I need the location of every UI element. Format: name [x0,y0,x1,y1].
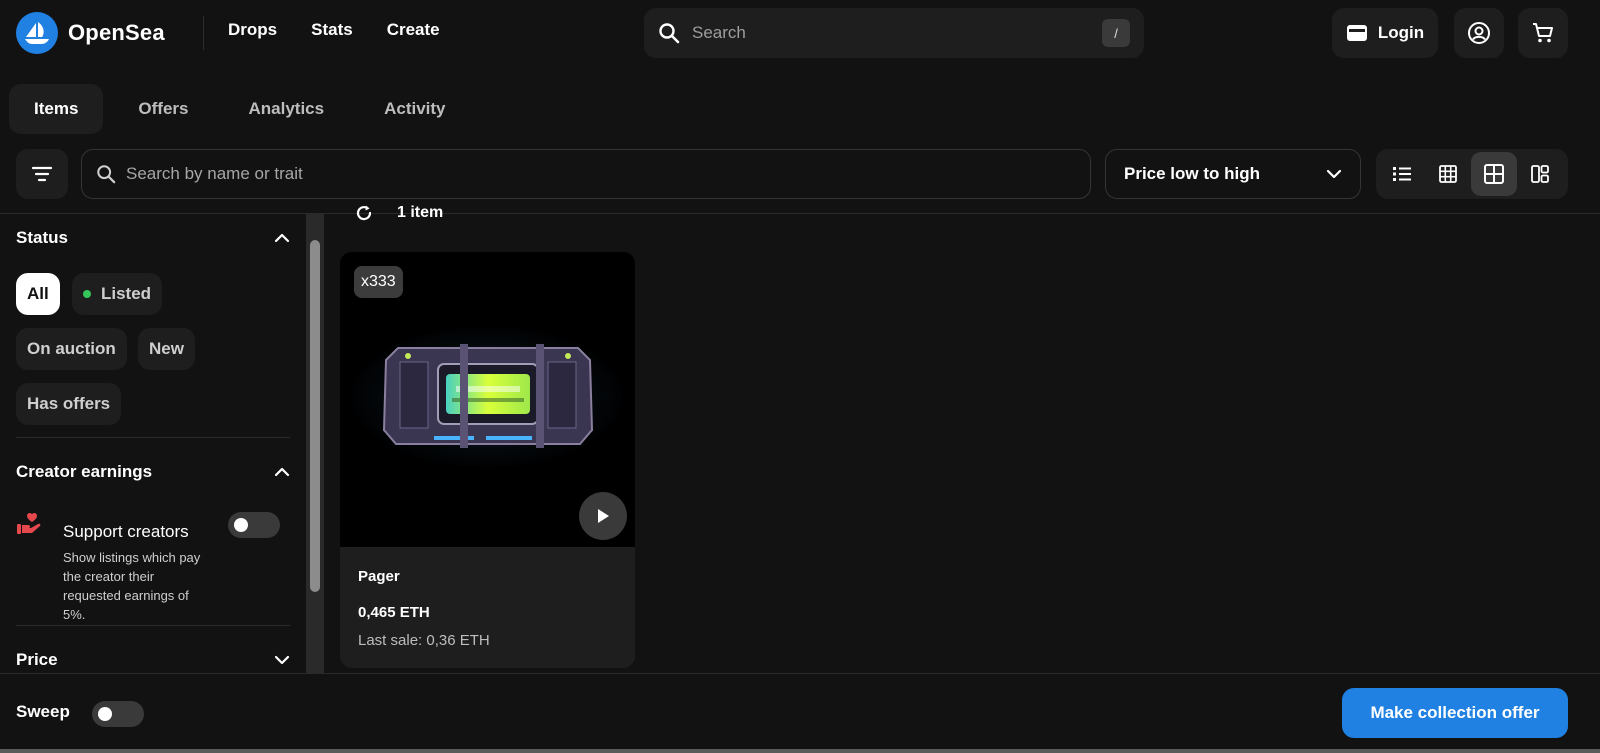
creator-earnings-header[interactable]: Creator earnings [16,462,290,482]
status-chip-on-auction[interactable]: On auction [16,328,127,370]
trait-search[interactable] [81,149,1091,199]
top-header: OpenSea Drops Stats Create / Login [0,0,1600,66]
collection-tabs: Items Offers Analytics Activity [9,84,481,134]
price-title: Price [16,650,58,669]
status-chip-all[interactable]: All [16,273,60,315]
nav-drops[interactable]: Drops [228,20,277,40]
view-mode-switcher [1376,149,1568,199]
small-grid-button[interactable] [1425,152,1471,196]
nft-last-sale: Last sale: 0,36 ETH [358,632,490,649]
search-shortcut-key: / [1102,19,1130,47]
toggle-knob [234,518,248,532]
split-view-button[interactable] [1517,152,1563,196]
tab-analytics[interactable]: Analytics [224,84,350,134]
status-chip-new[interactable]: New [138,328,195,370]
global-search[interactable]: / [644,8,1144,58]
filter-toggle-button[interactable] [16,149,68,199]
toggle-knob [98,707,112,721]
results-count: 1 item [397,204,444,221]
sort-dropdown[interactable]: Price low to high [1105,149,1361,199]
large-grid-button[interactable] [1471,152,1517,196]
play-icon [596,508,610,524]
brand-name: OpenSea [68,20,165,45]
status-chip-listed-label: Listed [101,284,152,303]
global-search-input[interactable] [692,23,1102,43]
opensea-boat-icon [16,12,58,54]
search-icon [96,164,116,184]
chevron-up-icon [274,233,290,243]
status-chip-has-offers[interactable]: Has offers [16,383,122,425]
nft-card[interactable]: x333 Pager 0,465 ETH Last sale: 0,36 ETH [340,252,635,668]
make-collection-offer-button[interactable]: Make collection offer [1342,688,1568,738]
login-label: Login [1377,23,1425,42]
status-title: Status [16,228,68,247]
trait-search-input[interactable] [126,164,1076,184]
profile-button[interactable] [1454,8,1504,58]
sidebar-scrollbar[interactable] [306,214,324,673]
bottom-action-bar: Sweep Make collection offer [0,673,1600,753]
support-creators-label: Support creators [63,522,189,541]
opensea-logo[interactable]: OpenSea [16,12,165,54]
large-grid-icon [1484,164,1504,184]
price-section-header[interactable]: Price [16,650,290,670]
window-bottom-edge [0,749,1600,753]
tab-items[interactable]: Items [9,84,104,134]
split-view-icon [1531,165,1549,183]
main-nav: Drops Stats Create [228,20,440,40]
sidebar-divider [16,625,290,626]
play-button[interactable] [579,492,627,540]
chevron-down-icon [1326,169,1342,179]
tab-activity[interactable]: Activity [359,84,470,134]
support-creators-toggle[interactable] [228,512,280,538]
sidebar-scrollbar-thumb[interactable] [310,240,320,592]
chevron-up-icon [274,467,290,477]
chevron-down-icon [274,655,290,665]
sort-value: Price low to high [1124,164,1261,183]
creator-earnings-title: Creator earnings [16,462,153,481]
status-chip-listed[interactable]: Listed [72,273,163,315]
search-icon [658,22,680,44]
nft-media[interactable]: x333 [340,252,635,547]
results-header: 1 item [355,204,443,222]
list-view-icon [1392,166,1412,182]
tab-offers[interactable]: Offers [113,84,213,134]
nft-name: Pager [358,568,400,585]
small-grid-icon [1439,165,1457,183]
nav-stats[interactable]: Stats [311,20,353,40]
support-creators-description: Show listings which pay the creator thei… [63,550,201,622]
sweep-label: Sweep [16,702,70,721]
sweep-toggle[interactable] [92,701,144,727]
header-divider [203,16,204,50]
cart-icon [1531,21,1555,45]
cart-button[interactable] [1518,8,1568,58]
nav-create[interactable]: Create [387,20,440,40]
refresh-icon[interactable] [355,204,373,222]
filter-sidebar: Status All Listed On auction New Has off… [0,214,306,673]
list-view-button[interactable] [1379,152,1425,196]
nft-price: 0,465 ETH [358,604,430,621]
filter-icon [31,166,53,182]
status-section-header[interactable]: Status [16,228,290,248]
listed-dot-icon [83,290,91,298]
user-circle-icon [1467,21,1491,45]
quantity-badge: x333 [354,266,403,298]
wallet-icon [1346,24,1368,42]
hand-heart-icon [16,512,42,536]
sidebar-divider [16,437,290,438]
login-button[interactable]: Login [1332,8,1438,58]
